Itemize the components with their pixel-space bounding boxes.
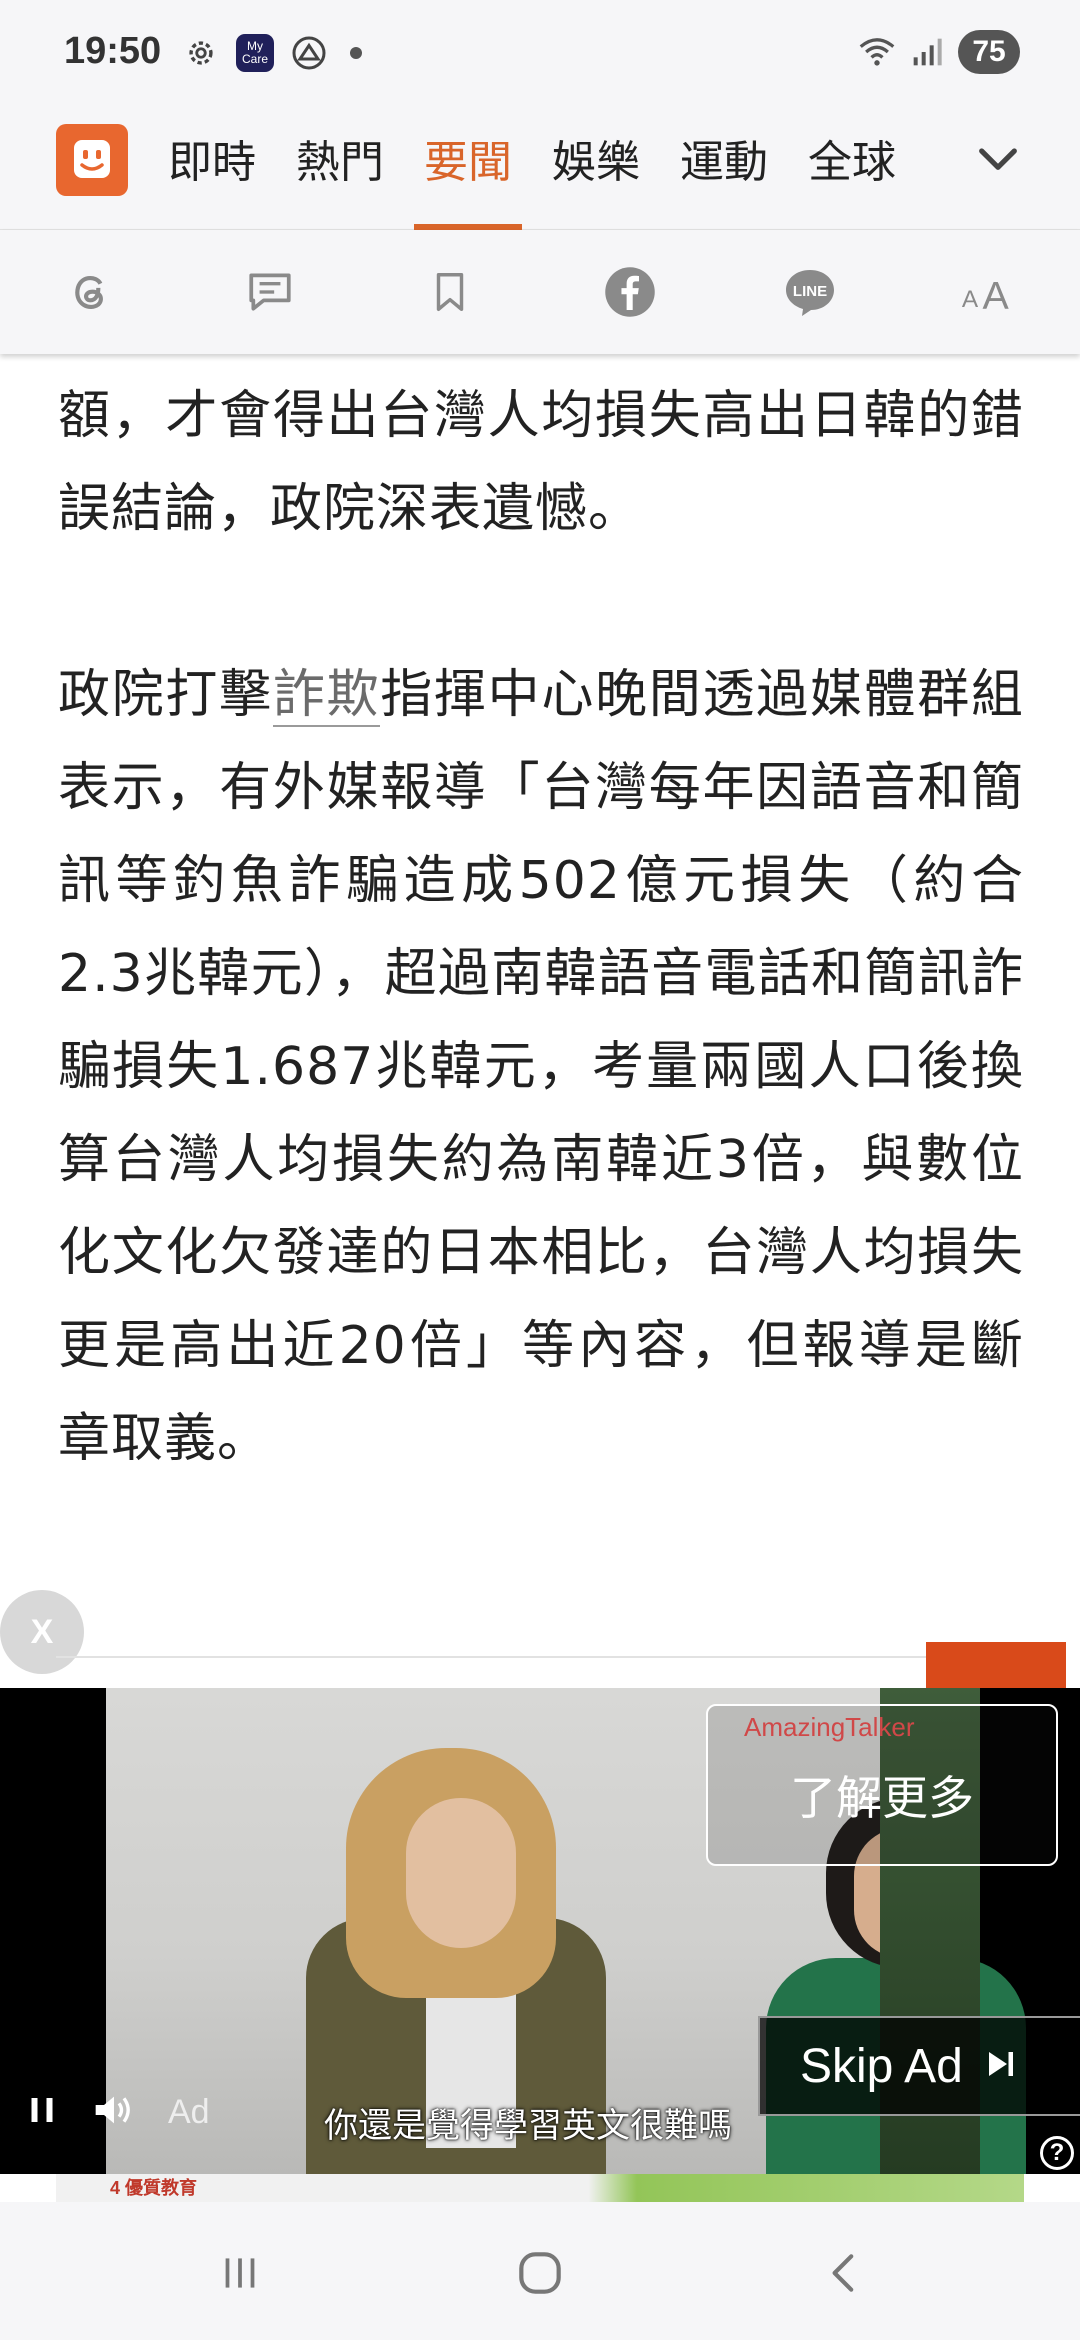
paragraph-text: 指揮中心晚間透過媒體群組表示，有外媒報導「台灣每年因語音和簡訊等釣魚詐騙造成50… xyxy=(58,665,1024,1469)
keyword-link[interactable]: 詐欺 xyxy=(272,665,381,727)
status-bar: 19:50 My Care 75 xyxy=(0,0,1080,110)
status-icons-right: 75 xyxy=(858,30,1020,74)
threads-icon[interactable] xyxy=(58,260,122,324)
ad-brand: AmazingTalker xyxy=(744,1712,915,1742)
system-nav-bar xyxy=(0,2202,1080,2340)
video-person-face xyxy=(406,1798,516,1948)
battery-icon: 75 xyxy=(958,30,1020,74)
tab-global[interactable]: 全球 xyxy=(788,132,916,230)
wifi-icon xyxy=(858,33,896,71)
line-label: LINE xyxy=(793,283,827,300)
help-icon[interactable]: ? xyxy=(1040,2136,1074,2170)
tab-list: 即時 熱門 要聞 娛樂 運動 全球 xyxy=(168,132,928,230)
ad-below-banner[interactable] xyxy=(56,2174,1024,2202)
app-badge-icon: My Care xyxy=(236,34,274,72)
tab-sports[interactable]: 運動 xyxy=(660,132,788,230)
video-controls: Ad xyxy=(24,2090,210,2134)
back-icon[interactable] xyxy=(810,2238,880,2308)
tab-popular[interactable]: 熱門 xyxy=(276,132,404,230)
svg-text:A: A xyxy=(983,274,1010,317)
status-time: 19:50 xyxy=(64,30,162,72)
paragraph-text: 政院打擊 xyxy=(58,665,273,725)
ad-close-button[interactable]: X xyxy=(0,1590,84,1674)
tabs-fade xyxy=(900,130,960,210)
gear-icon xyxy=(182,34,220,72)
article-paragraph: 額，才會得出台灣人均損失高出日韓的錯誤結論，政院深表遺憾。 xyxy=(58,386,1024,539)
learn-more-label: 了解更多 xyxy=(790,1771,974,1825)
ad-label: Ad xyxy=(168,2092,210,2131)
article-toolbar: LINE AA xyxy=(0,230,1080,354)
svg-text:A: A xyxy=(962,286,979,313)
article-body: 額，才會得出台灣人均損失高出日韓的錯誤結論，政院深表遺憾。 政院打擊詐欺指揮中心… xyxy=(58,370,1024,1486)
bookmark-icon[interactable] xyxy=(418,260,482,324)
tab-instant[interactable]: 即時 xyxy=(168,132,276,230)
skip-ad-button[interactable]: Skip Ad xyxy=(758,2016,1080,2116)
status-icons-left: My Care xyxy=(182,34,362,72)
cloud-icon xyxy=(290,34,328,72)
tab-entertainment[interactable]: 娛樂 xyxy=(532,132,660,230)
video-subtitle: 你還是覺得學習英文很難嗎 xyxy=(324,2106,732,2146)
skip-ad-label: Skip Ad xyxy=(800,2039,963,2093)
comment-icon[interactable] xyxy=(238,260,302,324)
tab-headlines[interactable]: 要聞 xyxy=(404,132,532,230)
ad-divider xyxy=(56,1656,1024,1658)
learn-more-button[interactable]: AmazingTalker 了解更多 xyxy=(706,1704,1058,1866)
article-paragraph: 政院打擊詐欺指揮中心晚間透過媒體群組表示，有外媒報導「台灣每年因語音和簡訊等釣魚… xyxy=(58,649,1024,1486)
toaster-logo-icon[interactable] xyxy=(56,124,128,196)
dot-icon xyxy=(350,47,362,59)
ad-banner-corner xyxy=(926,1642,1066,1688)
recent-apps-icon[interactable] xyxy=(205,2238,275,2308)
ad-below-tag: 4 優質教育 xyxy=(110,2178,198,2198)
chevron-down-icon[interactable] xyxy=(970,130,1026,186)
font-size-icon[interactable]: AA xyxy=(958,260,1022,324)
signal-icon xyxy=(908,33,946,71)
line-icon[interactable]: LINE xyxy=(778,260,842,324)
skip-next-icon xyxy=(983,2039,1019,2094)
home-icon[interactable] xyxy=(505,2238,575,2308)
facebook-icon[interactable] xyxy=(598,260,662,324)
pause-icon[interactable] xyxy=(24,2092,60,2132)
video-ad[interactable]: AmazingTalker 了解更多 Skip Ad Ad 你還是覺得學習英文很… xyxy=(0,1688,1080,2174)
volume-icon[interactable] xyxy=(90,2090,138,2134)
